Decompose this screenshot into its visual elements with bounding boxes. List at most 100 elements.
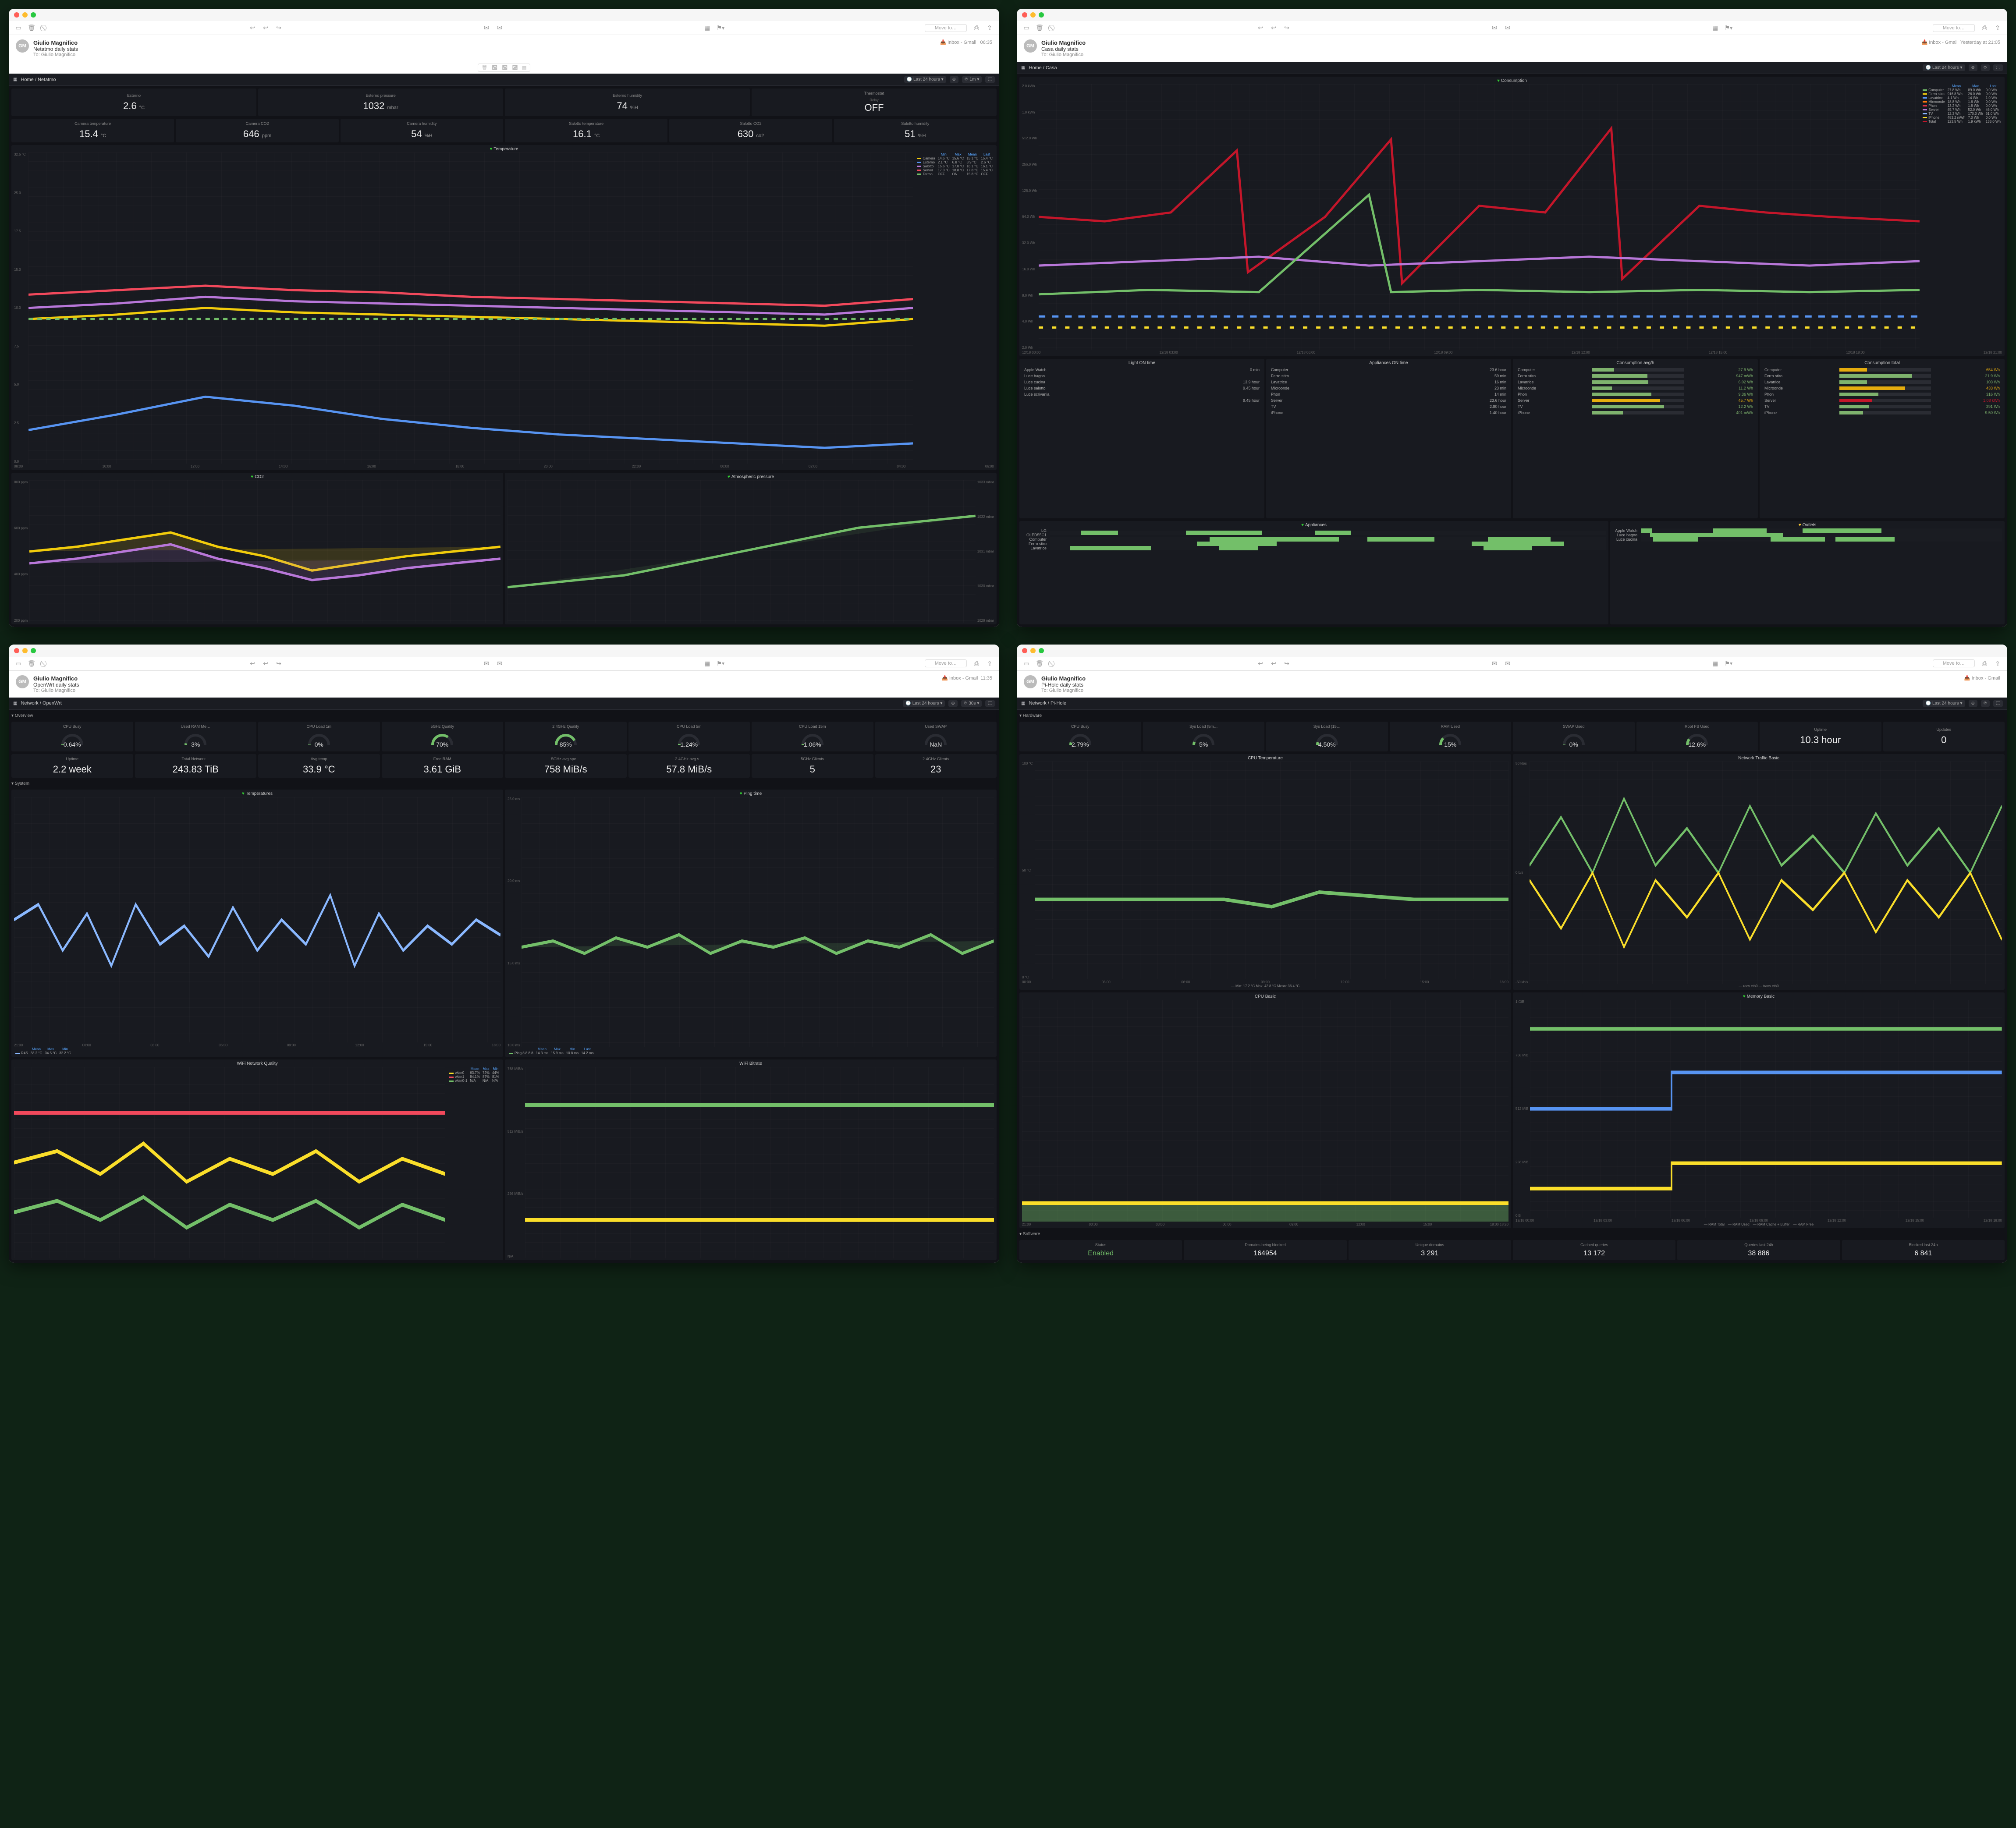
quick-actions[interactable]: 🗑 ↩ ↩ ↪ ▦ [478, 64, 531, 72]
archive-icon[interactable]: ▭ [15, 25, 22, 32]
reply-icon[interactable]: ↩ [249, 660, 256, 667]
trash-icon[interactable]: 🗑 [28, 660, 35, 667]
mute-icon[interactable]: ✉ [496, 25, 503, 32]
trash-icon[interactable]: 🗑 [1036, 25, 1043, 32]
reply-all-icon[interactable]: ↩ [262, 25, 269, 32]
print-icon[interactable]: ⎙ [973, 660, 980, 667]
zoom-icon[interactable] [31, 648, 36, 653]
archive-icon[interactable]: ▭ [15, 660, 22, 667]
panel-memory-basic-title: ♥Memory Basic [1516, 994, 2002, 999]
refresh-button[interactable]: ⟳ 30s ▾ [961, 700, 982, 707]
zoom-out-icon[interactable]: ⊖ [948, 700, 957, 707]
junk-icon[interactable]: ⃠ [41, 660, 48, 667]
section-hardware[interactable]: ▾ Hardware [1019, 712, 2005, 719]
close-icon[interactable] [1022, 648, 1027, 653]
flag-icon[interactable]: ⚑▾ [717, 25, 724, 32]
monitor-icon[interactable]: 🖵 [985, 700, 995, 707]
time-range-button[interactable]: 🕘 Last 24 hours ▾ [1923, 700, 1965, 707]
share-icon[interactable]: ⇪ [986, 25, 993, 32]
calendar-icon[interactable]: ▦ [704, 25, 711, 32]
stat-tile: Esterno pressure1032 mbar [258, 89, 503, 116]
move-to-button[interactable]: Move to… [925, 24, 967, 32]
close-icon[interactable] [14, 12, 19, 18]
section-overview[interactable]: ▾ Overview [11, 712, 997, 719]
forward-icon[interactable]: ↪ [1283, 25, 1290, 32]
archive-icon[interactable]: ▭ [1023, 660, 1030, 667]
zoom-out-icon[interactable]: ⊖ [1969, 64, 1977, 71]
time-range-button[interactable]: 🕘 Last 24 hours ▾ [904, 76, 946, 83]
trash-icon[interactable]: 🗑 [28, 25, 35, 32]
monitor-icon[interactable]: 🖵 [1993, 64, 2003, 71]
move-to-button[interactable]: Move to… [925, 659, 967, 667]
close-icon[interactable] [14, 648, 19, 653]
monitor-icon[interactable]: 🖵 [1993, 700, 2003, 707]
forward-icon[interactable]: ↪ [1283, 660, 1290, 667]
forward-icon[interactable]: ↪ [275, 660, 282, 667]
mark-read-icon[interactable]: ✉ [483, 25, 490, 32]
flag-icon[interactable]: ⚑▾ [717, 660, 724, 667]
mute-icon[interactable]: ✉ [496, 660, 503, 667]
time-range-button[interactable]: 🕘 Last 24 hours ▾ [903, 700, 945, 707]
minimize-icon[interactable] [22, 12, 28, 18]
zoom-icon[interactable] [1039, 12, 1044, 18]
zoom-icon[interactable] [31, 12, 36, 18]
breadcrumb[interactable]: Network / Pi-Hole [1029, 701, 1066, 706]
time-range-button[interactable]: 🕘 Last 24 hours ▾ [1923, 64, 1965, 71]
refresh-button[interactable]: ⟳ [1981, 64, 1990, 71]
calendar-icon[interactable]: ▦ [1712, 660, 1719, 667]
reply-icon[interactable]: ↩ [1257, 660, 1264, 667]
share-icon[interactable]: ⇪ [1994, 660, 2001, 667]
print-icon[interactable]: ⎙ [973, 25, 980, 32]
zoom-out-icon[interactable]: ⊖ [1969, 700, 1977, 707]
minimize-icon[interactable] [1030, 648, 1036, 653]
mark-read-icon[interactable]: ✉ [1491, 660, 1498, 667]
minimize-icon[interactable] [22, 648, 28, 653]
breadcrumb[interactable]: Network / OpenWrt [21, 701, 61, 706]
grid-icon[interactable]: ▦ [1021, 65, 1025, 70]
mark-read-icon[interactable]: ✉ [483, 660, 490, 667]
section-software[interactable]: ▾ Software [1019, 1231, 2005, 1237]
move-to-button[interactable]: Move to… [1933, 659, 1975, 667]
grid-icon[interactable]: ▦ [13, 701, 17, 706]
timeline-row: Lavatrice [1022, 546, 1606, 550]
refresh-button[interactable]: ⟳ [1981, 700, 1990, 707]
calendar-icon[interactable]: ▦ [1712, 25, 1719, 32]
print-icon[interactable]: ⎙ [1981, 660, 1988, 667]
share-icon[interactable]: ⇪ [1994, 25, 2001, 32]
mail-time: 11:35 [980, 676, 992, 681]
junk-icon[interactable]: ⃠ [1049, 25, 1056, 32]
section-system[interactable]: ▾ System [11, 780, 997, 787]
refresh-button[interactable]: ⟳ 1m ▾ [962, 76, 982, 83]
reply-all-icon[interactable]: ↩ [1270, 660, 1277, 667]
print-icon[interactable]: ⎙ [1981, 25, 1988, 32]
share-icon[interactable]: ⇪ [986, 660, 993, 667]
minimize-icon[interactable] [1030, 12, 1036, 18]
reply-icon[interactable]: ↩ [1257, 25, 1264, 32]
breadcrumb[interactable]: Home / Netatmo [21, 77, 56, 82]
reply-all-icon[interactable]: ↩ [262, 660, 269, 667]
zoom-out-icon[interactable]: ⊖ [950, 76, 958, 83]
table-row: Ferro stiro59 min [1270, 373, 1508, 379]
flag-icon[interactable]: ⚑▾ [1725, 660, 1732, 667]
trash-icon[interactable]: 🗑 [1036, 660, 1043, 667]
grid-icon[interactable]: ▦ [1021, 701, 1025, 706]
mute-icon[interactable]: ✉ [1504, 660, 1511, 667]
reply-icon[interactable]: ↩ [249, 25, 256, 32]
mute-icon[interactable]: ✉ [1504, 25, 1511, 32]
mark-read-icon[interactable]: ✉ [1491, 25, 1498, 32]
monitor-icon[interactable]: 🖵 [985, 76, 995, 83]
grid-icon[interactable]: ▦ [13, 77, 17, 82]
breadcrumb[interactable]: Home / Casa [1029, 65, 1057, 71]
reply-all-icon[interactable]: ↩ [1270, 25, 1277, 32]
junk-icon[interactable]: ⃠ [1049, 660, 1056, 667]
forward-icon[interactable]: ↪ [275, 25, 282, 32]
close-icon[interactable] [1022, 12, 1027, 18]
move-to-button[interactable]: Move to… [1933, 24, 1975, 32]
panel-temperatures-title: ♥Temperatures [14, 791, 500, 796]
junk-icon[interactable]: ⃠ [41, 25, 48, 32]
zoom-icon[interactable] [1039, 648, 1044, 653]
calendar-icon[interactable]: ▦ [704, 660, 711, 667]
flag-icon[interactable]: ⚑▾ [1725, 25, 1732, 32]
table-row: Ferro stiro947 mWh [1516, 373, 1754, 379]
archive-icon[interactable]: ▭ [1023, 25, 1030, 32]
